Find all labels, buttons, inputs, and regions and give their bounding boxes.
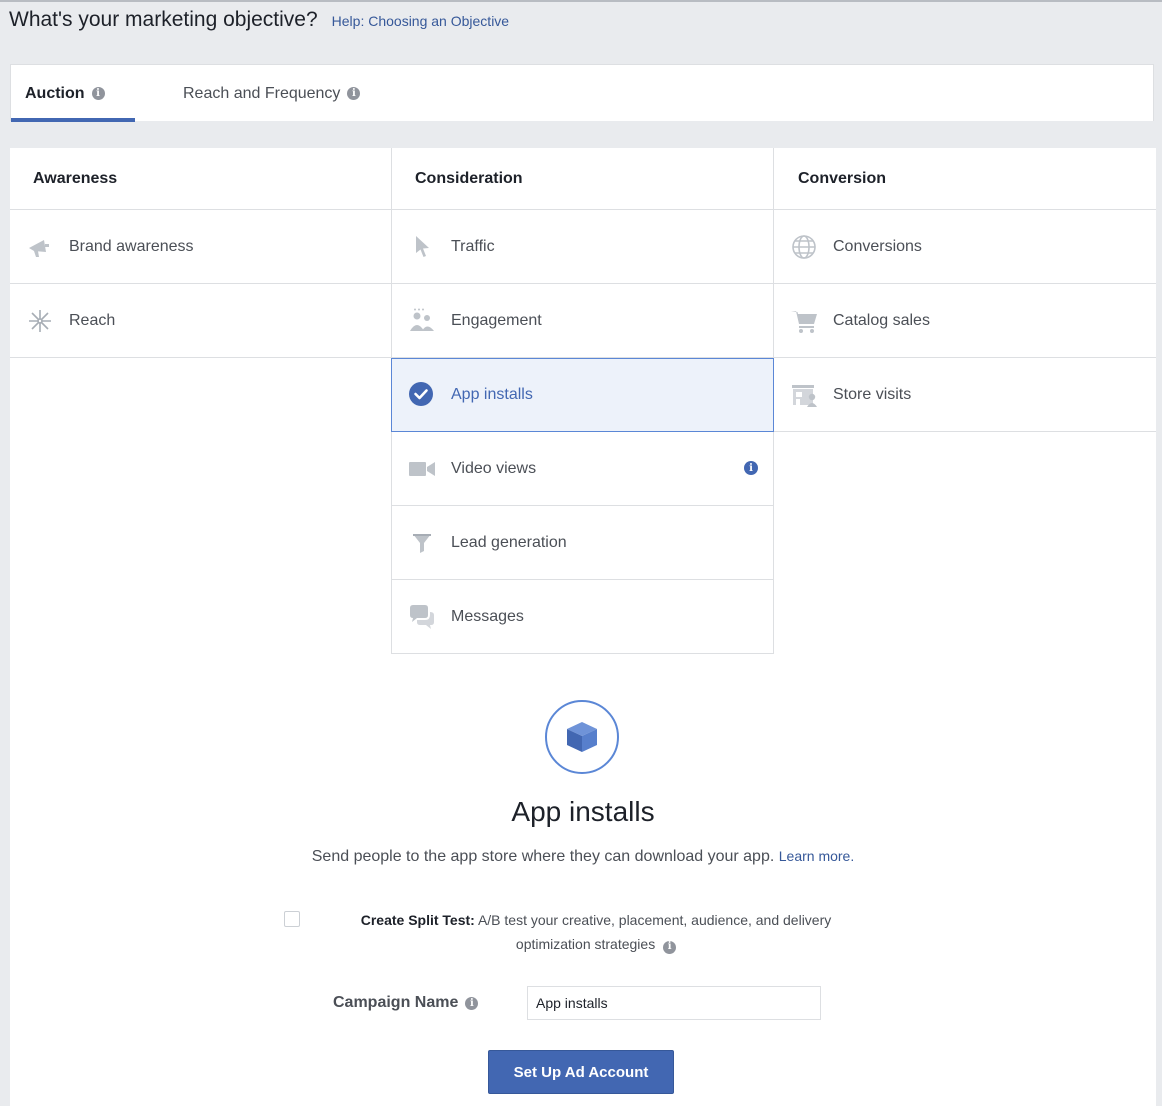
objective-catalog-sales[interactable]: Catalog sales xyxy=(774,284,1156,358)
learn-more-link[interactable]: Learn more. xyxy=(779,848,854,864)
tab-auction[interactable]: Auction i xyxy=(11,65,135,122)
campaign-name-row: Campaign Name i xyxy=(333,986,821,1020)
info-icon[interactable]: i xyxy=(347,87,361,100)
objective-engagement[interactable]: Engagement xyxy=(392,284,773,358)
reach-icon xyxy=(26,307,54,335)
info-icon[interactable]: i xyxy=(663,940,677,954)
check-circle-icon xyxy=(408,381,436,409)
split-test-text: Create Split Test: A/B test your creativ… xyxy=(331,908,861,956)
objective-label: Conversions xyxy=(833,237,922,255)
objective-label: App installs xyxy=(451,386,533,403)
objective-title: App installs xyxy=(511,796,655,827)
cart-icon xyxy=(790,307,818,335)
globe-icon xyxy=(790,233,818,261)
conversion-column: Conversions Catalog sales Store visits xyxy=(774,210,1156,432)
campaign-name-label: Campaign Name i xyxy=(333,994,527,1012)
description-text: Send people to the app store where they … xyxy=(311,848,775,865)
objective-label: Engagement xyxy=(451,311,542,329)
campaign-name-input[interactable] xyxy=(527,986,821,1020)
column-headers: Awareness Consideration Conversion xyxy=(10,148,1156,210)
objective-label: Store visits xyxy=(833,385,912,403)
info-icon[interactable]: i xyxy=(744,461,758,475)
page-header: What's your marketing objective? Help: C… xyxy=(9,8,509,42)
objective-description: Send people to the app store where they … xyxy=(293,844,873,869)
info-icon[interactable]: i xyxy=(465,996,479,1010)
objective-lead-generation[interactable]: Lead generation xyxy=(392,506,773,580)
column-header-consideration: Consideration xyxy=(392,148,774,210)
split-test-checkbox[interactable] xyxy=(284,911,300,927)
tab-reach-and-frequency[interactable]: Reach and Frequency i xyxy=(169,65,361,122)
objective-label: Video views xyxy=(451,459,537,477)
tab-reach-frequency-label: Reach and Frequency xyxy=(183,84,341,102)
column-header-conversion: Conversion xyxy=(798,170,887,187)
info-icon[interactable]: i xyxy=(91,87,105,100)
people-icon xyxy=(408,307,436,335)
chat-bubbles-icon xyxy=(408,603,436,631)
help-link[interactable]: Help: Choosing an Objective xyxy=(332,13,509,29)
objective-brand-awareness[interactable]: Brand awareness xyxy=(10,210,392,284)
cube-icon xyxy=(545,700,619,774)
objective-store-visits[interactable]: Store visits xyxy=(774,358,1156,432)
split-test-description: A/B test your creative, placement, audie… xyxy=(477,912,832,952)
split-test-label: Create Split Test: xyxy=(360,912,475,928)
set-up-ad-account-button[interactable]: Set Up Ad Account xyxy=(488,1050,674,1094)
split-test-option: Create Split Test: A/B test your creativ… xyxy=(284,908,884,956)
awareness-column: Brand awareness Reach xyxy=(10,210,392,358)
campaign-name-label-text: Campaign Name xyxy=(333,994,459,1011)
objective-label: Brand awareness xyxy=(69,237,194,255)
buying-type-tabs: Auction i Reach and Frequency i xyxy=(10,64,1154,122)
objective-panel: Awareness Consideration Conversion Brand… xyxy=(10,148,1156,1106)
video-camera-icon xyxy=(408,455,436,483)
objective-label: Catalog sales xyxy=(833,311,930,329)
page-title: What's your marketing objective? xyxy=(9,8,318,31)
tab-auction-label: Auction xyxy=(25,84,85,102)
objective-reach[interactable]: Reach xyxy=(10,284,392,358)
objective-app-installs[interactable]: App installs xyxy=(391,358,774,432)
objective-label: Reach xyxy=(69,311,116,329)
megaphone-icon xyxy=(26,233,54,261)
objective-messages[interactable]: Messages xyxy=(392,580,773,654)
consideration-column: Traffic Engagement App installs Video vi… xyxy=(391,210,774,654)
objective-label: Traffic xyxy=(451,237,495,255)
objective-conversions[interactable]: Conversions xyxy=(774,210,1156,284)
column-header-awareness: Awareness xyxy=(10,148,392,210)
store-icon xyxy=(790,381,818,409)
objective-video-views[interactable]: Video views i xyxy=(392,432,773,506)
funnel-icon xyxy=(408,529,436,557)
objective-label: Lead generation xyxy=(451,533,567,551)
cursor-icon xyxy=(408,233,436,261)
objective-label: Messages xyxy=(451,607,524,625)
objective-traffic[interactable]: Traffic xyxy=(392,210,773,284)
